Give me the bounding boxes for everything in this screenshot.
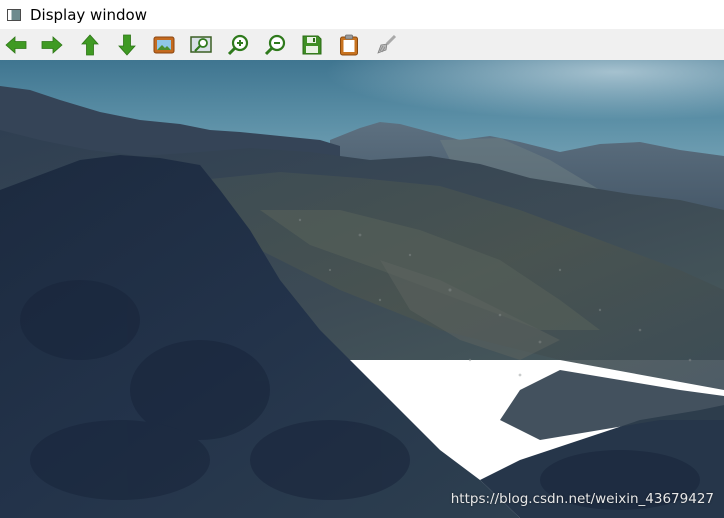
- arrow-down-icon: [118, 34, 136, 56]
- zoom-fit-button[interactable]: [152, 33, 176, 57]
- window-title: Display window: [30, 5, 147, 24]
- display-window: Display window https://blog.csdn.net/wei…: [0, 0, 724, 518]
- zoom-region-button[interactable]: [189, 33, 213, 57]
- image-view[interactable]: https://blog.csdn.net/weixin_43679427: [0, 60, 724, 518]
- pan-up-button[interactable]: [78, 33, 102, 57]
- pan-down-button[interactable]: [115, 33, 139, 57]
- title-bar[interactable]: Display window: [0, 0, 724, 29]
- arrow-left-icon: [5, 36, 27, 54]
- save-button[interactable]: [300, 33, 324, 57]
- brush-icon: [377, 34, 397, 54]
- copy-button[interactable]: [337, 33, 361, 57]
- picture-icon: [153, 36, 175, 54]
- pan-left-button[interactable]: [4, 33, 28, 57]
- properties-button[interactable]: [374, 33, 398, 57]
- zoom-out-button[interactable]: [263, 33, 287, 57]
- arrow-right-icon: [41, 36, 63, 54]
- clipboard-icon: [340, 34, 358, 56]
- watermark-text: https://blog.csdn.net/weixin_43679427: [450, 491, 714, 507]
- zoom-in-button[interactable]: [226, 33, 250, 57]
- save-icon: [302, 35, 322, 55]
- app-icon: [7, 8, 21, 21]
- zoom-in-icon: [227, 34, 249, 56]
- mountain-photo: [0, 60, 724, 518]
- pan-right-button[interactable]: [40, 33, 64, 57]
- arrow-up-icon: [81, 34, 99, 56]
- zoom-region-icon: [190, 36, 212, 53]
- zoom-out-icon: [264, 34, 286, 56]
- toolbar: [0, 29, 724, 62]
